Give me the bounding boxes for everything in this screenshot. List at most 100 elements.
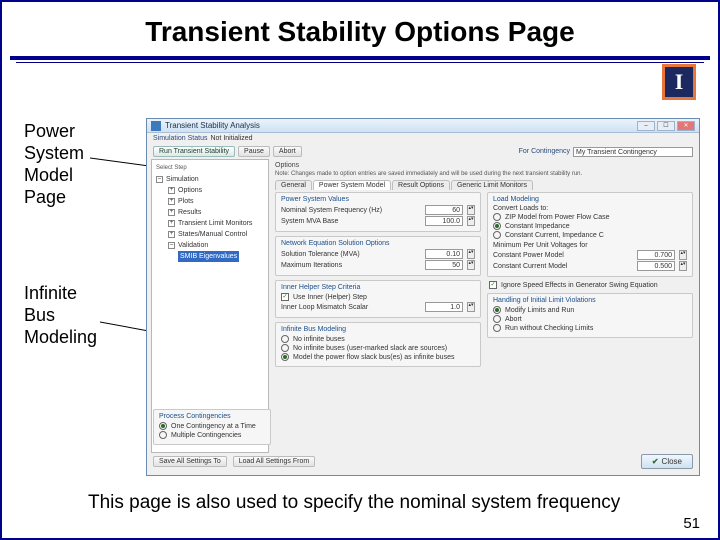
cp-field[interactable]: 0.700	[637, 250, 675, 260]
caption-line: Power	[24, 120, 84, 142]
maximize-button[interactable]: ☐	[657, 121, 675, 131]
bottom-caption: This page is also used to specify the no…	[88, 492, 620, 514]
minvolt-label: Minimum Per Unit Voltages for	[493, 242, 687, 249]
spinner-icon[interactable]: ▴▾	[467, 260, 475, 270]
load-opt2: ZIP Model from Power Flow Case	[505, 214, 610, 221]
spinner-icon[interactable]: ▴▾	[467, 302, 475, 312]
caption-line: Modeling	[24, 326, 97, 348]
tab-result-options[interactable]: Result Options	[392, 180, 450, 190]
load-convert-label: Convert Loads to:	[493, 205, 687, 212]
tab-generic-limit[interactable]: Generic Limit Monitors	[451, 180, 533, 190]
abort-button[interactable]: Abort	[273, 146, 302, 157]
radio-no-infbus[interactable]	[281, 335, 289, 343]
group-process-contingencies: Process Contingencies One Contingency at…	[153, 409, 271, 445]
radio-no-infbus-marked[interactable]	[281, 344, 289, 352]
caption-line: Bus	[24, 304, 97, 326]
transient-stability-dialog: Transient Stability Analysis – ☐ ✕ Simul…	[146, 118, 700, 476]
tree-states[interactable]: States/Manual Control	[178, 229, 247, 240]
proc-opt1: One Contingency at a Time	[171, 423, 256, 430]
divider-thin	[16, 62, 704, 63]
spinner-icon[interactable]: ▴▾	[467, 216, 475, 226]
titlebar[interactable]: Transient Stability Analysis – ☐ ✕	[147, 119, 699, 133]
tree-header: Select Step	[156, 163, 264, 174]
radio-run-no-check[interactable]	[493, 324, 501, 332]
tree-limit-monitors[interactable]: Transient Limit Monitors	[178, 218, 252, 229]
options-heading: Options	[275, 162, 693, 169]
close-button[interactable]: ✕	[677, 121, 695, 131]
limits-opt1: Modify Limits and Run	[505, 307, 574, 314]
expand-icon[interactable]: –	[156, 176, 163, 183]
minimize-button[interactable]: –	[637, 121, 655, 131]
group-infinite-bus: Infinite Bus Modeling No infinite buses …	[275, 322, 481, 367]
caption-line: Infinite	[24, 282, 97, 304]
radio-multiple-contingencies[interactable]	[159, 431, 167, 439]
cc-field[interactable]: 0.500	[637, 261, 675, 271]
radio-abort-limits[interactable]	[493, 315, 501, 323]
group-helper-step: Inner Helper Step Criteria ✓ Use Inner (…	[275, 280, 481, 318]
freq-field[interactable]: 60	[425, 205, 463, 215]
radio-modify-limits[interactable]	[493, 306, 501, 314]
maxiter-field[interactable]: 50	[425, 260, 463, 270]
radio-zip[interactable]	[493, 213, 501, 221]
tol-field[interactable]: 0.10	[425, 249, 463, 259]
app-icon	[151, 121, 161, 131]
load-opt4: Constant Current, Impedance C	[505, 232, 604, 239]
cp-label: Constant Power Model	[493, 252, 564, 259]
caption-line: Model	[24, 164, 84, 186]
window-title: Transient Stability Analysis	[165, 121, 635, 130]
tab-bar: General Power System Model Result Option…	[275, 180, 693, 190]
logo: I	[662, 64, 696, 100]
group-power-system-values: Power System Values Nominal System Frequ…	[275, 192, 481, 232]
tree-smib[interactable]: SMIB Eigenvalues	[178, 251, 239, 262]
caption-power-system-model: Power System Model Page	[24, 120, 84, 208]
radio-const-imp[interactable]	[493, 222, 501, 230]
spinner-icon[interactable]: ▴▾	[467, 205, 475, 215]
contingency-select[interactable]: My Transient Contingency	[573, 147, 693, 157]
mva-label: System MVA Base	[281, 218, 338, 225]
group-network-solution: Network Equation Solution Options Soluti…	[275, 236, 481, 276]
checkbox-use-helper[interactable]: ✓	[281, 293, 289, 301]
note-text: Note: Changes made to option entries are…	[275, 171, 693, 177]
expand-icon[interactable]: +	[168, 198, 175, 205]
expand-icon[interactable]: +	[168, 231, 175, 238]
page-title: Transient Stability Options Page	[2, 2, 718, 56]
tab-power-system-model[interactable]: Power System Model	[313, 180, 391, 190]
run-button[interactable]: Run Transient Stability	[153, 146, 235, 157]
tree-options[interactable]: Options	[178, 185, 202, 196]
pause-button[interactable]: Pause	[238, 146, 270, 157]
tab-general[interactable]: General	[275, 180, 312, 190]
infbus-opt1: No infinite buses	[293, 336, 345, 343]
scalar-label: Inner Loop Mismatch Scalar	[281, 304, 368, 311]
tree-validation[interactable]: Validation	[178, 240, 208, 251]
limits-opt3: Run without Checking Limits	[505, 325, 593, 332]
close-dialog-button[interactable]: ✔ Close	[641, 454, 693, 469]
spinner-icon[interactable]: ▴▾	[679, 250, 687, 260]
mva-field[interactable]: 100.0	[425, 216, 463, 226]
scalar-field[interactable]: 1.0	[425, 302, 463, 312]
expand-icon[interactable]: +	[168, 209, 175, 216]
radio-model-slack[interactable]	[281, 353, 289, 361]
tol-label: Solution Tolerance (MVA)	[281, 251, 360, 258]
spinner-icon[interactable]: ▴▾	[679, 261, 687, 271]
checkbox-ignore-speed[interactable]: ✓	[489, 281, 497, 289]
group-title: Infinite Bus Modeling	[281, 326, 475, 333]
tree-plots[interactable]: Plots	[178, 196, 194, 207]
tree-results[interactable]: Results	[178, 207, 201, 218]
radio-one-contingency[interactable]	[159, 422, 167, 430]
spinner-icon[interactable]: ▴▾	[467, 249, 475, 259]
group-title: Handling of Initial Limit Violations	[493, 297, 687, 304]
group-title: Inner Helper Step Criteria	[281, 284, 475, 291]
save-settings-button[interactable]: Save All Settings To	[153, 456, 227, 467]
expand-icon[interactable]: +	[168, 187, 175, 194]
radio-const-cur[interactable]	[493, 231, 501, 239]
expand-icon[interactable]: +	[168, 220, 175, 227]
options-pane: Options Note: Changes made to option ent…	[269, 159, 699, 453]
proc-opt2: Multiple Contingencies	[171, 432, 241, 439]
divider-thick	[10, 56, 710, 60]
caption-line: Page	[24, 186, 84, 208]
tree-simulation[interactable]: Simulation	[166, 174, 199, 185]
load-settings-button[interactable]: Load All Settings From	[233, 456, 315, 467]
group-title: Process Contingencies	[159, 413, 265, 420]
expand-icon[interactable]: –	[168, 242, 175, 249]
caption-infinite-bus: Infinite Bus Modeling	[24, 282, 97, 348]
